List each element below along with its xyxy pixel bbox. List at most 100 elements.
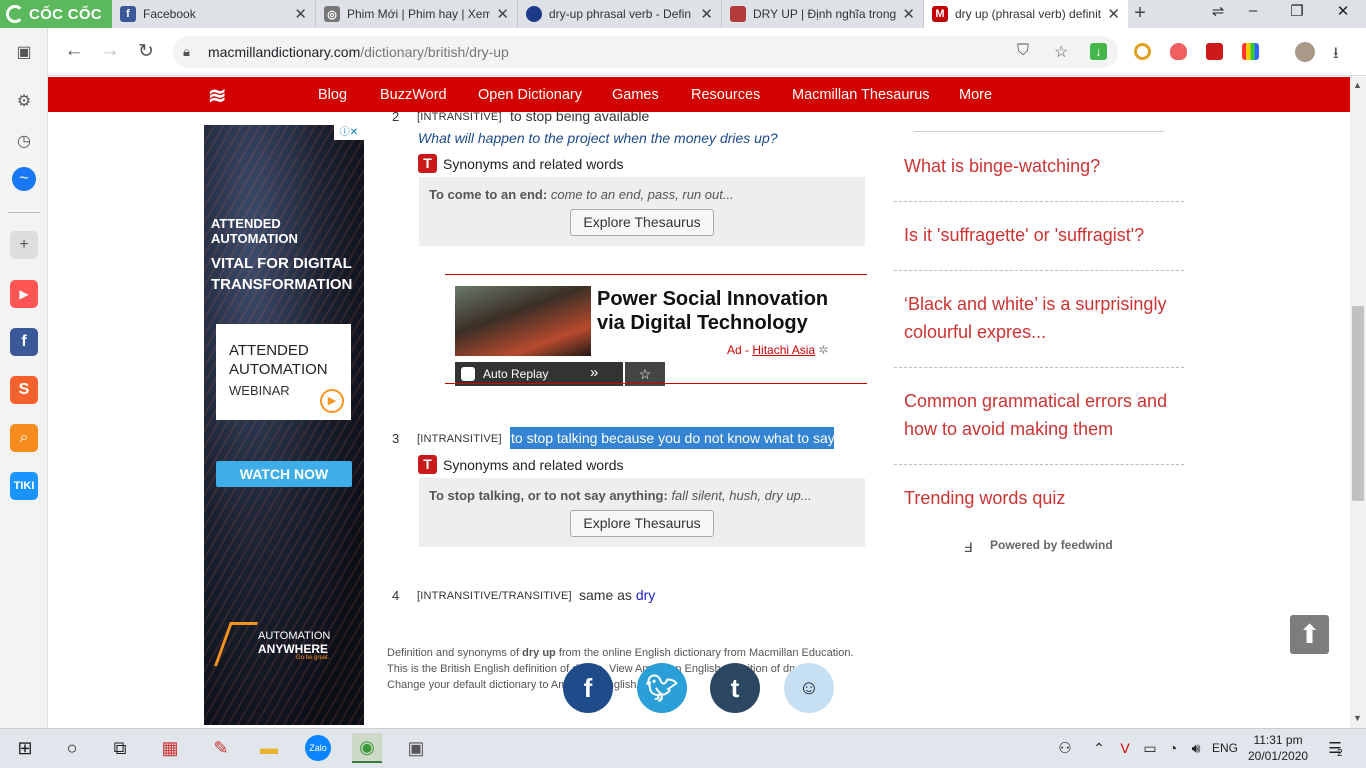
close-icon[interactable]: ✕ [496,5,509,23]
vietkey-icon[interactable]: V [1112,735,1138,761]
nav-buzzword[interactable]: BuzzWord [380,87,447,103]
tab-facebook[interactable]: f Facebook ✕ [112,0,316,28]
notification-icon[interactable]: ☰ [1322,735,1348,761]
url-text[interactable]: macmillandictionary.com/dictionary/briti… [208,44,509,60]
tiki-icon[interactable]: TIKI [10,472,38,500]
article-link[interactable]: Is it 'suffragette' or 'suffragist'? [904,221,1184,249]
app-icon[interactable]: ▦ [157,735,183,761]
definition-text-selected[interactable]: to stop talking because you do not know … [511,430,835,446]
youtube-icon[interactable]: ▶ [10,280,38,308]
paint-icon[interactable]: ✎ [208,735,234,761]
nav-more[interactable]: More [959,87,992,103]
auto-replay-checkbox[interactable] [461,367,475,381]
tumblr-share-icon[interactable]: t [710,663,760,713]
thesaurus-icon: T [418,154,437,173]
tab-dry-up-phrasal[interactable]: dry-up phrasal verb - Defin ✕ [518,0,722,28]
close-icon[interactable]: ✕ [1107,5,1120,23]
facebook-icon[interactable]: f [10,328,38,356]
coccoc-taskbar-icon[interactable]: ◉ [352,733,382,763]
zalo-icon[interactable]: Zalo [305,735,331,761]
nav-blog[interactable]: Blog [318,87,347,103]
sponsor-link[interactable]: Hitachi Asia [752,343,815,357]
macmillan-logo-icon[interactable]: ≋ [208,83,226,109]
explore-thesaurus-button[interactable]: Explore Thesaurus [570,209,714,236]
windows-start-icon[interactable]: ⊞ [12,735,38,761]
nav-open-dictionary[interactable]: Open Dictionary [478,87,582,103]
adblock-ext-icon[interactable] [1170,43,1187,60]
nav-thesaurus[interactable]: Macmillan Thesaurus [792,87,930,103]
scrollbar-thumb[interactable] [1352,306,1364,501]
new-tab-button[interactable]: + [1128,2,1152,25]
close-window-button[interactable]: ✕ [1328,2,1358,20]
add-icon[interactable]: + [10,231,38,259]
restore-button[interactable]: ❐ [1282,2,1312,20]
red-ext-icon[interactable] [1206,43,1223,60]
divider [894,270,1184,271]
article-link[interactable]: Common grammatical errors and how to avo… [904,387,1179,443]
download-icon[interactable]: ⭳ [1333,42,1339,69]
twitter-share-icon[interactable]: 🐦︎ [637,663,687,713]
tab-cambridge[interactable]: DRY UP | Định nghĩa trong ✕ [722,0,924,28]
article-link[interactable]: ‘Black and white’ is a surprisingly colo… [904,290,1174,346]
messenger-icon[interactable]: ~ [12,167,36,191]
close-icon[interactable]: ✕ [902,5,915,23]
powered-by[interactable]: Powered by feedwind [990,538,1113,552]
settings-icon[interactable]: ⚙ [10,87,38,115]
app2-icon[interactable]: ▣ [403,735,429,761]
nav-games[interactable]: Games [612,87,659,103]
download-ext-icon[interactable]: ↓ [1090,43,1107,60]
reddit-share-icon[interactable]: ☺ [784,663,834,713]
tab-search-icon[interactable]: ⇌ [1203,2,1233,20]
forward-button[interactable]: → [98,40,122,62]
scroll-up-icon[interactable]: ▲ [1353,80,1362,90]
close-icon[interactable]: ✕ [700,5,713,23]
cortana-icon[interactable]: ○ [59,735,85,761]
lock-icon[interactable]: 🔒︎ [183,44,190,60]
video-thumbnail[interactable] [455,286,591,356]
volume-icon[interactable]: 🔊︎ [1183,735,1209,761]
tab-macmillan-active[interactable]: M dry up (phrasal verb) definit ✕ [924,0,1128,28]
back-button[interactable]: ← [62,40,86,62]
clock[interactable]: 11:31 pm 20/01/2020 [1248,732,1308,764]
close-icon[interactable]: ✕ [294,5,307,23]
skip-icon[interactable]: » [590,364,598,381]
scroll-to-top-button[interactable]: ⬆ [1290,615,1329,654]
footer-post: from the online English dictionary from … [558,647,854,659]
ad-watch-now-button[interactable]: WATCH NOW [216,461,352,487]
synonyms-label[interactable]: Synonyms and related words [443,156,624,172]
reload-button[interactable]: ↻ [134,40,158,63]
tray-expand-icon[interactable]: ⌃ [1086,735,1112,761]
search-icon[interactable]: ⌕ [10,424,38,452]
language-indicator[interactable]: ENG [1212,741,1238,755]
scroll-down-icon[interactable]: ▼ [1353,713,1362,723]
coccoc-ext-icon[interactable] [1134,43,1151,60]
play-icon[interactable]: ▶ [320,389,344,413]
minimize-button[interactable]: – [1238,2,1268,19]
footer-term: dry up [522,647,556,659]
explore-thesaurus-button[interactable]: Explore Thesaurus [570,510,714,537]
nav-resources[interactable]: Resources [691,87,760,103]
task-view-icon[interactable]: ⧉ [107,735,133,761]
facebook-share-icon[interactable]: f [563,663,613,713]
right-column-top-divider [914,131,1164,132]
browser-brand[interactable]: CỐC CỐC [0,0,112,28]
tab-phimmoi[interactable]: ◎ Phim Mới | Phim hay | Xem ✕ [316,0,518,28]
profile-avatar[interactable] [1295,42,1315,62]
shopee-icon[interactable]: S [10,376,38,404]
star-icon[interactable]: ☆ [1054,42,1068,62]
article-link[interactable]: Trending words quiz [904,484,1184,512]
shield-icon[interactable]: ⛉ [1017,42,1029,60]
file-explorer-icon[interactable]: ▬ [256,735,282,761]
colorful-ext-icon[interactable] [1242,43,1259,60]
auto-replay-label[interactable]: Auto Replay [483,367,548,381]
sidebar-toggle-icon[interactable]: ▣ [10,38,38,66]
ad-info-icon[interactable]: ⓘ✕ [334,125,364,140]
people-icon[interactable]: ⚇ [1052,735,1078,761]
dry-link[interactable]: dry [636,587,655,603]
article-link[interactable]: What is binge-watching? [904,152,1184,180]
synonyms-label[interactable]: Synonyms and related words [443,457,624,473]
ad-headline-small: ATTENDED AUTOMATION [211,216,298,246]
divider [894,367,1184,368]
video-ad-title[interactable]: Power Social Innovation via Digital Tech… [597,287,857,335]
history-icon[interactable]: ◷ [10,127,38,155]
